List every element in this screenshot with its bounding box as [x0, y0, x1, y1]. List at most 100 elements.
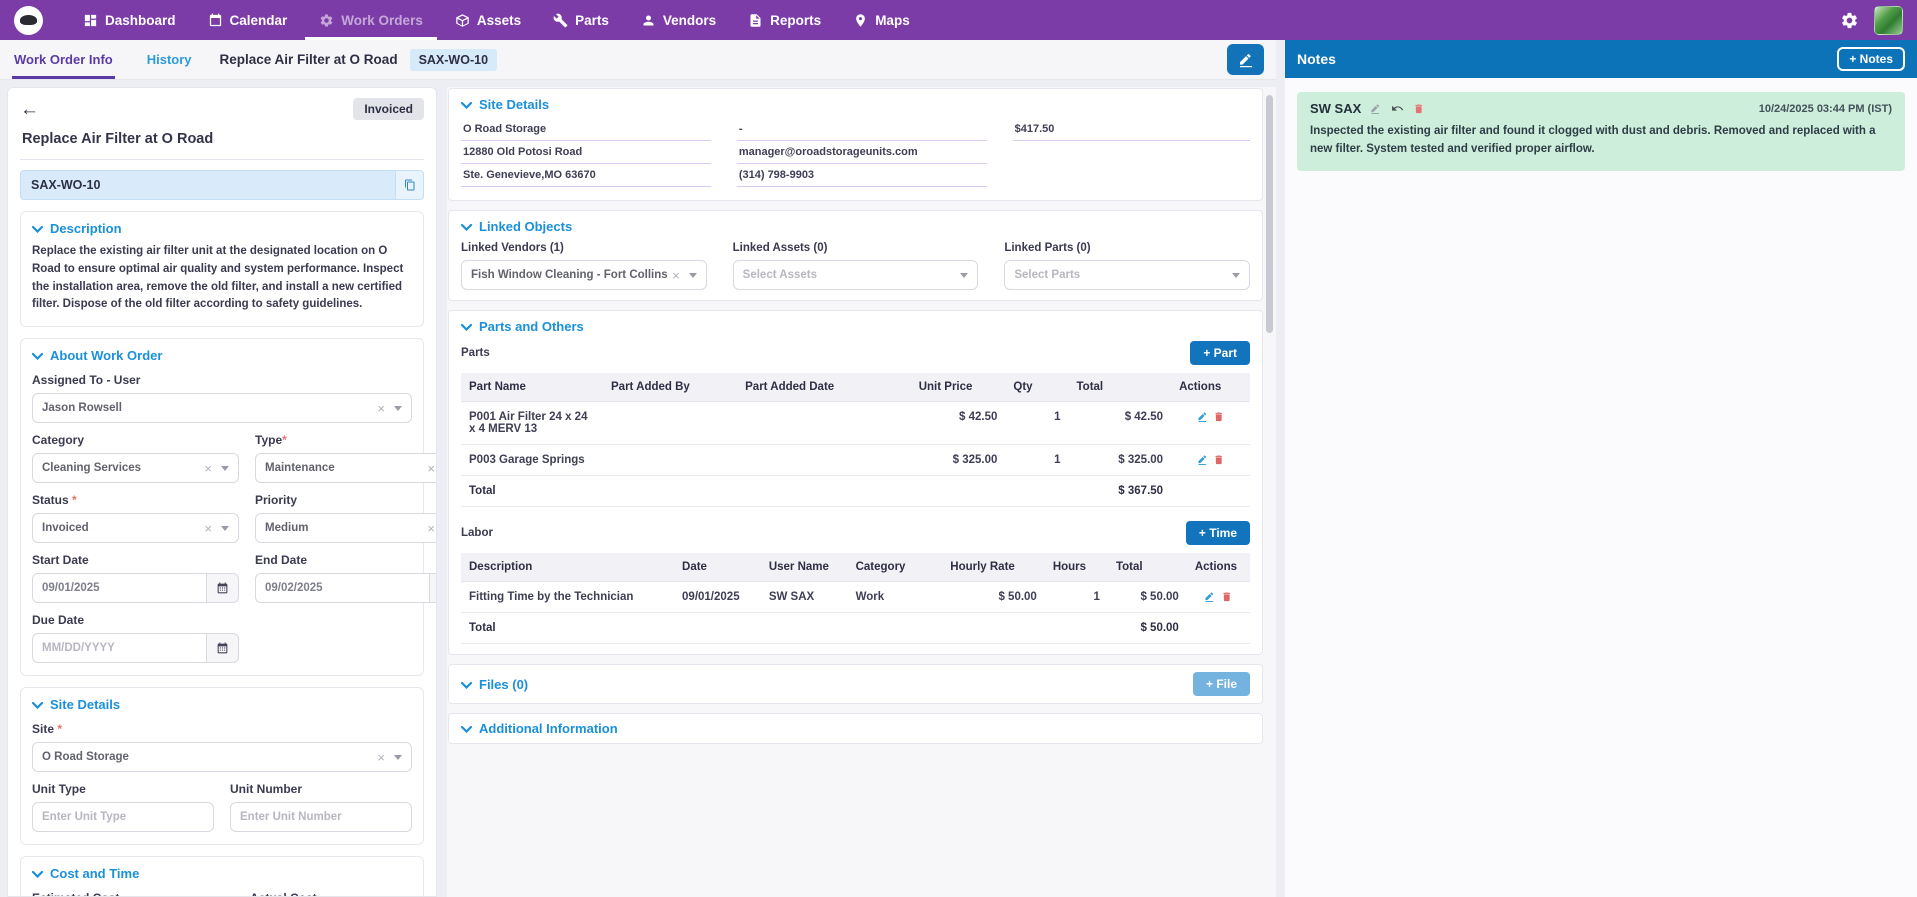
edit-row-icon[interactable] [1197, 454, 1209, 466]
document-icon [748, 13, 763, 28]
edit-work-order-button[interactable] [1227, 44, 1264, 75]
delete-row-icon[interactable] [1221, 591, 1233, 603]
delete-row-icon[interactable] [1213, 411, 1225, 423]
files-card: Files (0) + File [448, 664, 1263, 704]
unit-number-input[interactable] [230, 802, 412, 832]
top-nav: Dashboard Calendar Work Orders Assets Pa… [0, 0, 1917, 40]
nav-item-maps[interactable]: Maps [837, 0, 926, 40]
calendar-icon[interactable] [206, 633, 239, 663]
site-contact-name: - [737, 121, 987, 141]
work-order-name[interactable]: Replace Air Filter at O Road [20, 120, 424, 160]
site-select[interactable]: O Road Storage × [32, 742, 412, 772]
priority-label: Priority [255, 493, 437, 507]
chevron-down-icon [461, 324, 472, 331]
parts-table-header-row: Part Name Part Added By Part Added Date … [461, 373, 1250, 402]
site-city: Ste. Genevieve,MO 63670 [461, 167, 711, 187]
edit-note-icon[interactable] [1370, 103, 1382, 115]
parts-others-header[interactable]: Parts and Others [461, 319, 1250, 334]
priority-select[interactable]: Medium × [255, 513, 437, 543]
tab-bar: Work Order Info History Replace Air Filt… [0, 40, 1276, 80]
clear-icon[interactable]: × [377, 402, 385, 415]
assigned-to-select[interactable]: Jason Rowsell × [32, 393, 412, 423]
reply-note-icon[interactable] [1391, 102, 1404, 115]
table-row[interactable]: P001 Air Filter 24 x 24 x 4 MERV 13 $ 42… [461, 402, 1250, 445]
cost-time-header[interactable]: Cost and Time [32, 866, 412, 881]
linked-assets-select[interactable]: Select Assets [733, 260, 979, 290]
status-select[interactable]: Invoiced × [32, 513, 239, 543]
nav-item-parts[interactable]: Parts [537, 0, 625, 40]
clear-icon[interactable]: × [672, 269, 680, 282]
table-row[interactable]: Fitting Time by the Technician 09/01/202… [461, 582, 1250, 613]
linked-parts-select[interactable]: Select Parts [1004, 260, 1250, 290]
site-details-header[interactable]: Site Details [32, 697, 412, 712]
nav-item-assets[interactable]: Assets [439, 0, 537, 40]
note-author: SW SAX [1310, 101, 1361, 116]
status-label: Status * [32, 493, 239, 507]
copy-icon[interactable] [395, 170, 424, 200]
vertical-scrollbar[interactable] [1266, 95, 1273, 333]
end-date-label: End Date [255, 553, 437, 567]
calendar-icon [208, 13, 223, 28]
nav-item-reports[interactable]: Reports [732, 0, 837, 40]
files-header[interactable]: Files (0) [461, 677, 528, 692]
edit-row-icon[interactable] [1204, 591, 1216, 603]
add-part-button[interactable]: + Part [1190, 341, 1250, 365]
nav-label: Vendors [663, 13, 716, 28]
tab-history[interactable]: History [145, 40, 194, 79]
app: Dashboard Calendar Work Orders Assets Pa… [0, 0, 1917, 897]
back-arrow-icon[interactable]: ← [20, 100, 39, 119]
note-card: SW SAX 10/24/2025 03:44 PM (IST) Inspect… [1297, 92, 1905, 171]
wo-number-field[interactable]: SAX-WO-10 [20, 170, 395, 200]
chevron-down-icon [461, 102, 472, 109]
nav-label: Maps [875, 13, 910, 28]
start-date-input[interactable] [32, 573, 206, 603]
clear-icon[interactable]: × [427, 522, 435, 535]
category-select[interactable]: Cleaning Services × [32, 453, 239, 483]
add-time-button[interactable]: + Time [1186, 521, 1250, 545]
parts-and-others-card: Parts and Others Parts + Part Par [448, 310, 1263, 655]
unit-type-input[interactable] [32, 802, 214, 832]
parts-total-value: $ 367.50 [1069, 476, 1172, 507]
note-timestamp: 10/24/2025 03:44 PM (IST) [1759, 103, 1892, 115]
end-date-input[interactable] [255, 573, 429, 603]
site-details-card-header[interactable]: Site Details [461, 97, 1250, 112]
table-row[interactable]: P003 Garage Springs $ 325.00 1 $ 325.00 [461, 445, 1250, 476]
site-column-contact: - manager@oroadstorageunits.com (314) 79… [737, 121, 987, 190]
type-label: Type* [255, 433, 437, 447]
calendar-icon[interactable] [429, 573, 437, 603]
delete-note-icon[interactable] [1413, 103, 1425, 115]
nav-item-calendar[interactable]: Calendar [192, 0, 304, 40]
chevron-down-icon [221, 526, 229, 531]
delete-row-icon[interactable] [1213, 454, 1225, 466]
description-header[interactable]: Description [32, 221, 412, 236]
clear-icon[interactable]: × [204, 522, 212, 535]
user-avatar[interactable] [1874, 6, 1903, 35]
tab-work-order-info[interactable]: Work Order Info [12, 40, 115, 79]
site-email: manager@oroadstorageunits.com [737, 144, 987, 164]
chevron-down-icon [32, 226, 43, 233]
clear-icon[interactable]: × [377, 751, 385, 764]
parts-table: Part Name Part Added By Part Added Date … [461, 373, 1250, 507]
additional-info-header[interactable]: Additional Information [461, 721, 618, 736]
linked-vendors-select[interactable]: Fish Window Cleaning - Fort Collins × [461, 260, 707, 290]
add-file-button[interactable]: + File [1193, 672, 1250, 696]
type-select[interactable]: Maintenance × [255, 453, 437, 483]
linked-objects-header[interactable]: Linked Objects [461, 219, 1250, 234]
nav-item-vendors[interactable]: Vendors [625, 0, 732, 40]
about-header[interactable]: About Work Order [32, 348, 412, 363]
settings-gear-icon[interactable] [1840, 11, 1859, 30]
clear-icon[interactable]: × [204, 462, 212, 475]
nav-item-dashboard[interactable]: Dashboard [67, 0, 192, 40]
start-date-label: Start Date [32, 553, 239, 567]
nav-item-work-orders[interactable]: Work Orders [303, 0, 439, 40]
chevron-down-icon [221, 466, 229, 471]
calendar-icon[interactable] [206, 573, 239, 603]
clear-icon[interactable]: × [427, 462, 435, 475]
app-logo[interactable] [14, 6, 43, 35]
edit-row-icon[interactable] [1197, 411, 1209, 423]
add-notes-button[interactable]: + Notes [1837, 47, 1905, 71]
parts-label: Parts [461, 347, 490, 359]
notes-body: SW SAX 10/24/2025 03:44 PM (IST) Inspect… [1285, 78, 1917, 897]
due-date-input[interactable] [32, 633, 206, 663]
content-row: Work Order Info History Replace Air Filt… [0, 40, 1917, 897]
